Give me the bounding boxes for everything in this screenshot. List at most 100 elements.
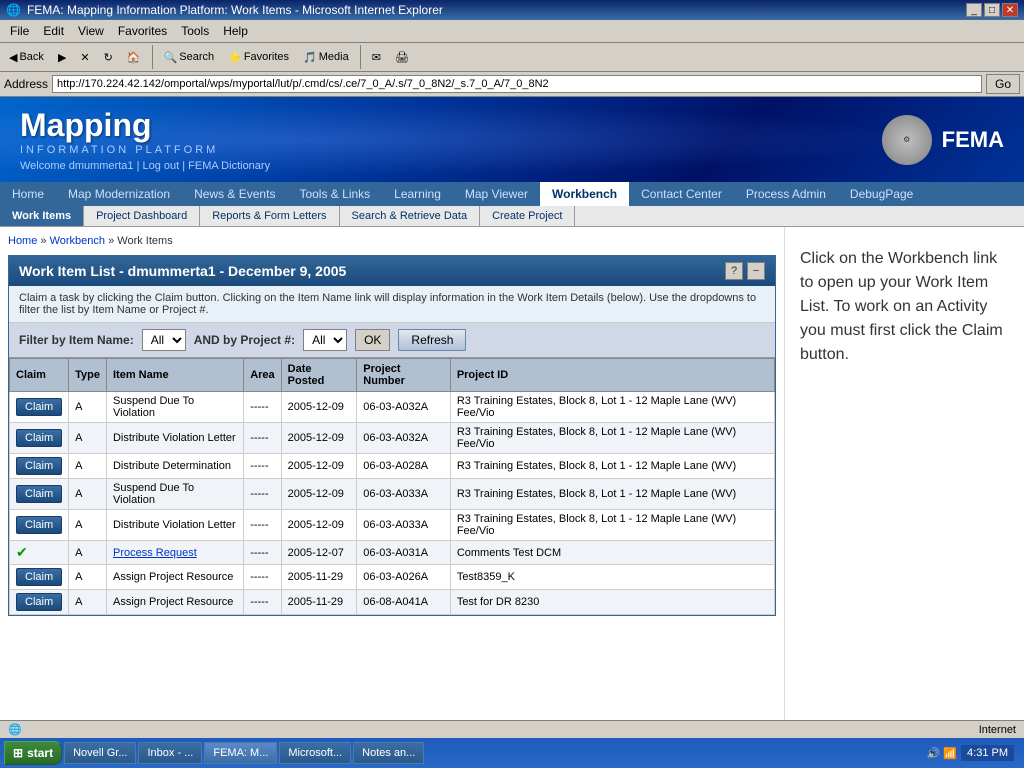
row-area: -----: [244, 565, 281, 590]
table-row: ClaimADistribute Violation Letter-----20…: [10, 423, 775, 454]
claim-button[interactable]: Claim: [16, 516, 62, 534]
col-claim: Claim: [10, 359, 69, 392]
window-icon: 🌐: [6, 3, 21, 17]
row-project-id: Test for DR 8230: [450, 590, 774, 615]
menu-file[interactable]: File: [4, 22, 35, 40]
filter-item-name-label: Filter by Item Name:: [19, 333, 134, 347]
refresh-button[interactable]: ↻: [99, 48, 118, 67]
toolbar-separator: [152, 45, 153, 69]
menu-help[interactable]: Help: [217, 22, 254, 40]
breadcrumb-home[interactable]: Home: [8, 235, 37, 247]
nav-tools-links[interactable]: Tools & Links: [287, 182, 382, 206]
row-area: -----: [244, 510, 281, 541]
menu-view[interactable]: View: [72, 22, 110, 40]
col-project-id: Project ID: [450, 359, 774, 392]
sidebar-annotation: Click on the Workbench link to open up y…: [784, 227, 1024, 720]
home-button[interactable]: 🏠: [122, 48, 146, 67]
back-button[interactable]: ◀ Back: [4, 48, 49, 67]
row-type: A: [69, 590, 107, 615]
fema-seal: ⚙: [882, 115, 932, 165]
menu-tools[interactable]: Tools: [175, 22, 215, 40]
minimize-button[interactable]: _: [966, 3, 982, 17]
banner-title: Mapping: [20, 107, 270, 144]
nav-debug-page[interactable]: DebugPage: [838, 182, 925, 206]
row-item-name: Assign Project Resource: [106, 590, 243, 615]
forward-button[interactable]: ▶: [53, 48, 71, 67]
taskbar-item-0[interactable]: Novell Gr...: [64, 742, 136, 764]
status-zone-icon: 🌐: [8, 723, 22, 736]
row-area: -----: [244, 590, 281, 615]
claim-button[interactable]: Claim: [16, 485, 62, 503]
table-row: ClaimADistribute Violation Letter-----20…: [10, 510, 775, 541]
row-project-id: R3 Training Estates, Block 8, Lot 1 - 12…: [450, 423, 774, 454]
menu-edit[interactable]: Edit: [37, 22, 70, 40]
menu-bar: File Edit View Favorites Tools Help: [0, 20, 1024, 43]
mail-button[interactable]: ✉: [367, 48, 386, 67]
dictionary-link[interactable]: FEMA Dictionary: [188, 160, 270, 172]
row-item-name: Distribute Determination: [106, 454, 243, 479]
media-toolbar-button[interactable]: 🎵 Media: [298, 48, 354, 67]
filter-ok-button[interactable]: OK: [355, 329, 390, 351]
subnav-reports[interactable]: Reports & Form Letters: [200, 206, 339, 226]
claim-button[interactable]: Claim: [16, 593, 62, 611]
breadcrumb-work-items: Work Items: [117, 235, 172, 247]
collapse-button[interactable]: −: [747, 262, 765, 280]
search-toolbar-button[interactable]: 🔍 Search: [159, 48, 220, 67]
taskbar-item-1[interactable]: Inbox - ...: [138, 742, 202, 764]
nav-learning[interactable]: Learning: [382, 182, 453, 206]
favorites-toolbar-button[interactable]: ⭐ Favorites: [223, 48, 294, 67]
col-date-posted: Date Posted: [281, 359, 357, 392]
row-item-name[interactable]: Process Request: [106, 541, 243, 565]
claim-button[interactable]: Claim: [16, 398, 62, 416]
taskbar-item-2[interactable]: FEMA: M...: [204, 742, 277, 764]
filter-refresh-button[interactable]: Refresh: [398, 329, 466, 351]
row-area: -----: [244, 541, 281, 565]
table-row: ClaimADistribute Determination-----2005-…: [10, 454, 775, 479]
item-name-link[interactable]: Process Request: [113, 547, 197, 559]
logout-link[interactable]: Log out: [142, 160, 179, 172]
filter-project-select[interactable]: All: [303, 329, 347, 351]
row-date-posted: 2005-12-09: [281, 510, 357, 541]
print-button[interactable]: 🖨: [390, 48, 414, 67]
help-button[interactable]: ?: [725, 262, 743, 280]
claim-button[interactable]: Claim: [16, 429, 62, 447]
nav-map-viewer[interactable]: Map Viewer: [453, 182, 540, 206]
nav-process-admin[interactable]: Process Admin: [734, 182, 838, 206]
breadcrumb-workbench[interactable]: Workbench: [50, 235, 105, 247]
filter-project-label: AND by Project #:: [194, 333, 295, 347]
nav-map-modernization[interactable]: Map Modernization: [56, 182, 182, 206]
maximize-button[interactable]: □: [984, 3, 1000, 17]
filter-item-name-select[interactable]: All: [142, 329, 186, 351]
nav-contact-center[interactable]: Contact Center: [629, 182, 734, 206]
banner-links: Welcome dmummerta1 | Log out | FEMA Dict…: [20, 160, 270, 172]
table-row: ClaimAAssign Project Resource-----2005-1…: [10, 590, 775, 615]
subnav-project-dashboard[interactable]: Project Dashboard: [84, 206, 200, 226]
taskbar-item-3[interactable]: Microsoft...: [279, 742, 351, 764]
toolbar-separator-2: [360, 45, 361, 69]
row-project-number: 06-03-A033A: [357, 479, 451, 510]
start-button[interactable]: ⊞ start: [4, 741, 62, 765]
nav-news-events[interactable]: News & Events: [182, 182, 287, 206]
row-type: A: [69, 510, 107, 541]
fema-logo: FEMA: [942, 127, 1004, 153]
table-row: ClaimASuspend Due To Violation-----2005-…: [10, 479, 775, 510]
work-item-table: Claim Type Item Name Area Date Posted Pr…: [9, 358, 775, 615]
stop-button[interactable]: ✕: [75, 48, 94, 67]
breadcrumb: Home » Workbench » Work Items: [8, 235, 776, 247]
welcome-text: Welcome dmummerta1: [20, 160, 134, 172]
subnav-work-items[interactable]: Work Items: [0, 206, 84, 226]
nav-workbench[interactable]: Workbench: [540, 182, 629, 206]
row-project-id: R3 Training Estates, Block 8, Lot 1 - 12…: [450, 479, 774, 510]
subnav-search-retrieve[interactable]: Search & Retrieve Data: [340, 206, 481, 226]
window-title: FEMA: Mapping Information Platform: Work…: [27, 3, 443, 17]
taskbar-item-4[interactable]: Notes an...: [353, 742, 424, 764]
close-button[interactable]: ✕: [1002, 3, 1018, 17]
row-item-name: Suspend Due To Violation: [106, 479, 243, 510]
claim-button[interactable]: Claim: [16, 568, 62, 586]
address-input[interactable]: [52, 75, 982, 93]
nav-home[interactable]: Home: [0, 182, 56, 206]
menu-favorites[interactable]: Favorites: [112, 22, 173, 40]
subnav-create-project[interactable]: Create Project: [480, 206, 575, 226]
claim-button[interactable]: Claim: [16, 457, 62, 475]
go-button[interactable]: Go: [986, 74, 1020, 94]
